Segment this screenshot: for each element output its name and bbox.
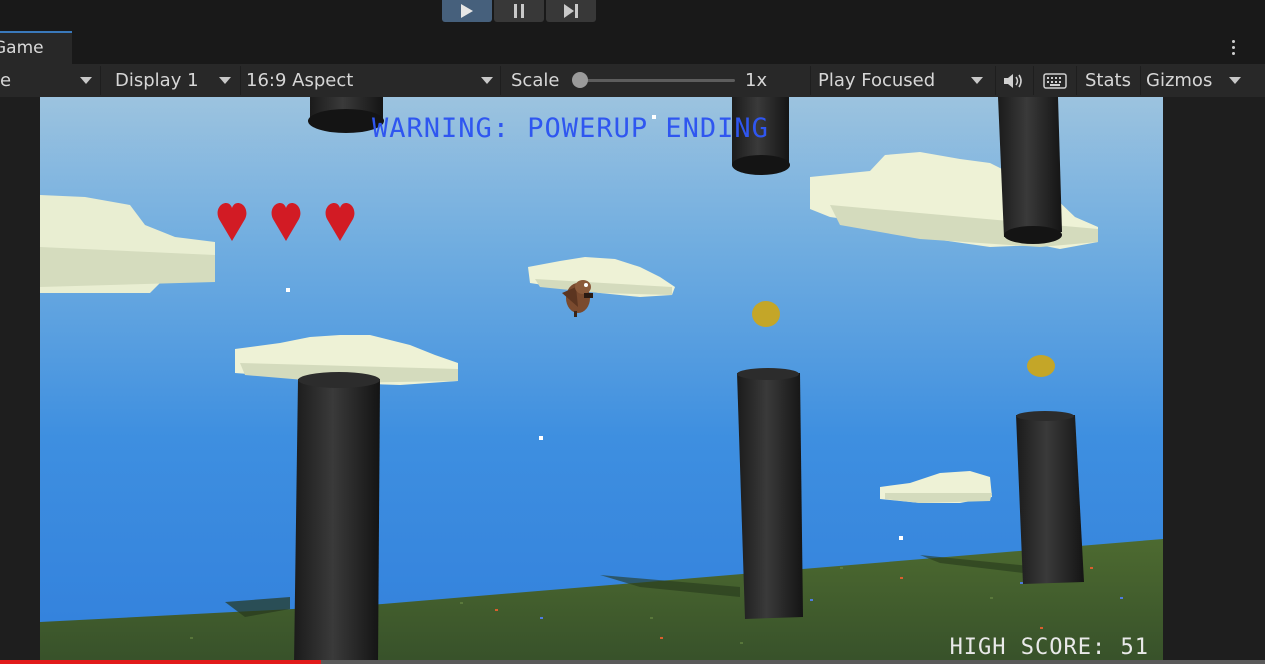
cloud — [40, 195, 215, 293]
chevron-down-icon — [1229, 77, 1241, 84]
gizmos-button[interactable]: Gizmos — [1146, 64, 1250, 97]
pillar-top — [998, 97, 1062, 244]
chevron-down-icon — [80, 77, 92, 84]
view-dropdown[interactable]: e — [0, 64, 100, 97]
game-scene — [40, 97, 1163, 664]
play-mode-dropdown[interactable]: Play Focused — [818, 64, 990, 97]
pillar-bottom — [737, 368, 803, 619]
play-icon — [461, 4, 473, 18]
chevron-down-icon — [971, 77, 983, 84]
view-dropdown-label: e — [0, 70, 12, 91]
play-mode-label: Play Focused — [818, 70, 936, 91]
scale-slider-track[interactable] — [580, 79, 735, 82]
heart-icon — [217, 203, 247, 241]
stats-button[interactable]: Stats — [1085, 64, 1131, 97]
gizmos-label: Gizmos — [1146, 70, 1213, 91]
display-label: Display 1 — [115, 70, 199, 91]
display-dropdown[interactable]: Display 1 — [115, 64, 240, 97]
mute-audio-button[interactable] — [1002, 64, 1026, 97]
video-progress-bar[interactable] — [0, 660, 1265, 664]
powerup-warning: WARNING: POWERUP ENDING — [372, 113, 769, 144]
scale-slider-handle[interactable] — [572, 72, 588, 88]
cloud — [880, 471, 992, 503]
game-viewport[interactable]: WARNING: POWERUP ENDING HIGH SCORE: 51 — [40, 97, 1163, 664]
scale-value: 1x — [745, 70, 768, 91]
cloud — [528, 257, 675, 297]
step-button[interactable] — [546, 0, 596, 22]
right-panel — [1163, 97, 1265, 664]
scale-label: Scale — [511, 70, 560, 91]
chevron-down-icon — [219, 77, 231, 84]
coin — [752, 301, 780, 327]
play-toolbar — [0, 0, 1265, 24]
step-icon — [564, 4, 578, 18]
keyboard-button[interactable] — [1043, 64, 1069, 97]
coin — [1027, 355, 1055, 377]
pillar-bottom — [294, 372, 380, 664]
play-button[interactable] — [442, 0, 492, 22]
pause-button[interactable] — [494, 0, 544, 22]
pillar-bottom — [1016, 411, 1084, 584]
high-score: HIGH SCORE: 51 — [949, 635, 1149, 660]
video-progress-fill — [0, 660, 322, 664]
keyboard-icon — [1043, 72, 1067, 89]
aspect-dropdown[interactable]: 16:9 Aspect — [246, 64, 499, 97]
heart-icon — [271, 203, 301, 241]
tab-game-label: Game — [0, 38, 44, 58]
aspect-label: 16:9 Aspect — [246, 70, 354, 91]
left-panel — [0, 97, 40, 664]
pause-icon — [514, 4, 524, 18]
speaker-icon — [1004, 73, 1022, 88]
tab-strip: Game — [0, 31, 1265, 64]
heart-icon — [325, 203, 355, 241]
more-options-icon[interactable] — [1232, 40, 1236, 56]
chevron-down-icon — [481, 77, 493, 84]
tab-game[interactable]: Game — [0, 31, 72, 64]
